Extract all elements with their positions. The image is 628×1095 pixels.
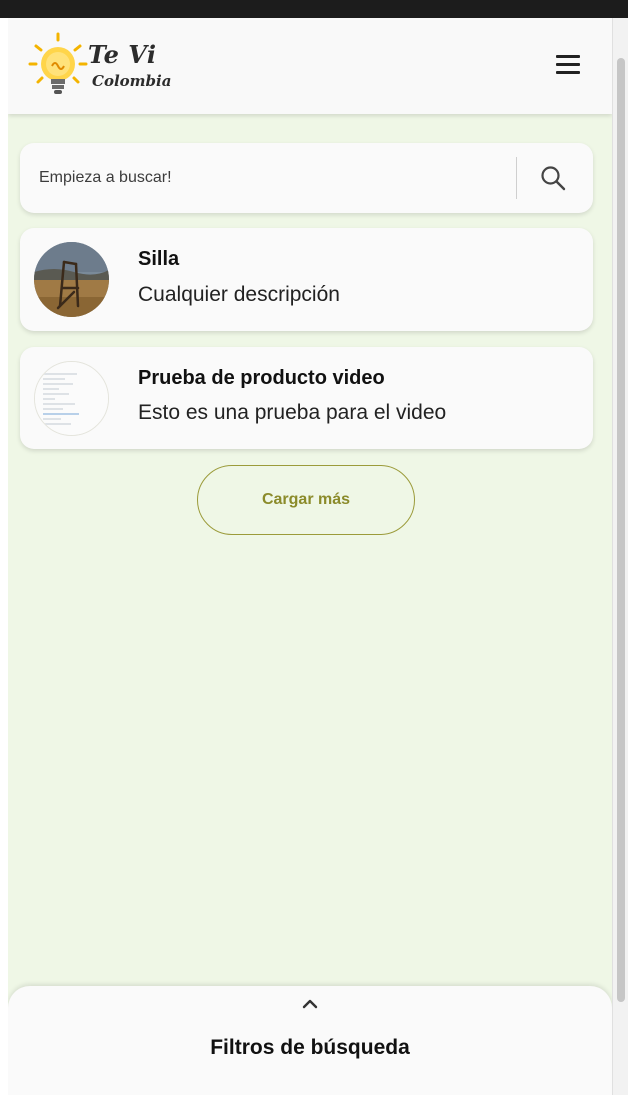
search-divider — [516, 157, 517, 199]
search-button[interactable] — [538, 163, 568, 193]
product-thumbnail — [34, 361, 109, 436]
lightbulb-icon — [28, 32, 88, 94]
search-bar — [20, 143, 593, 213]
search-filters-drawer[interactable]: Filtros de búsqueda — [8, 986, 612, 1095]
logo-title: Te Vi — [88, 40, 157, 69]
filters-title: Filtros de búsqueda — [210, 1036, 410, 1059]
product-description: Cualquier descripción — [138, 283, 340, 306]
search-icon — [541, 166, 566, 191]
load-more-button[interactable]: Cargar más — [197, 465, 415, 535]
product-title: Prueba de producto video — [138, 367, 385, 389]
logo-subtitle: Colombia — [92, 72, 172, 90]
product-description: Esto es una prueba para el video — [138, 401, 447, 424]
chevron-up-icon — [302, 999, 318, 1009]
window-top-bar — [0, 0, 628, 18]
scrollbar-thumb[interactable] — [617, 58, 625, 1002]
hamburger-menu-icon[interactable] — [554, 52, 584, 78]
brand-logo[interactable]: Te Vi Colombia — [28, 30, 188, 102]
app-viewport: Te Vi Colombia Empieza a buscar! Silla C… — [8, 18, 612, 1095]
product-title: Silla — [138, 248, 180, 270]
scrollbar[interactable] — [612, 18, 628, 1095]
result-card[interactable]: Silla Cualquier descripción — [20, 228, 593, 331]
app-header: Te Vi Colombia — [8, 18, 612, 114]
search-input[interactable] — [39, 161, 499, 195]
result-card[interactable]: Prueba de producto video Esto es una pru… — [20, 347, 593, 449]
product-thumbnail — [34, 242, 109, 317]
